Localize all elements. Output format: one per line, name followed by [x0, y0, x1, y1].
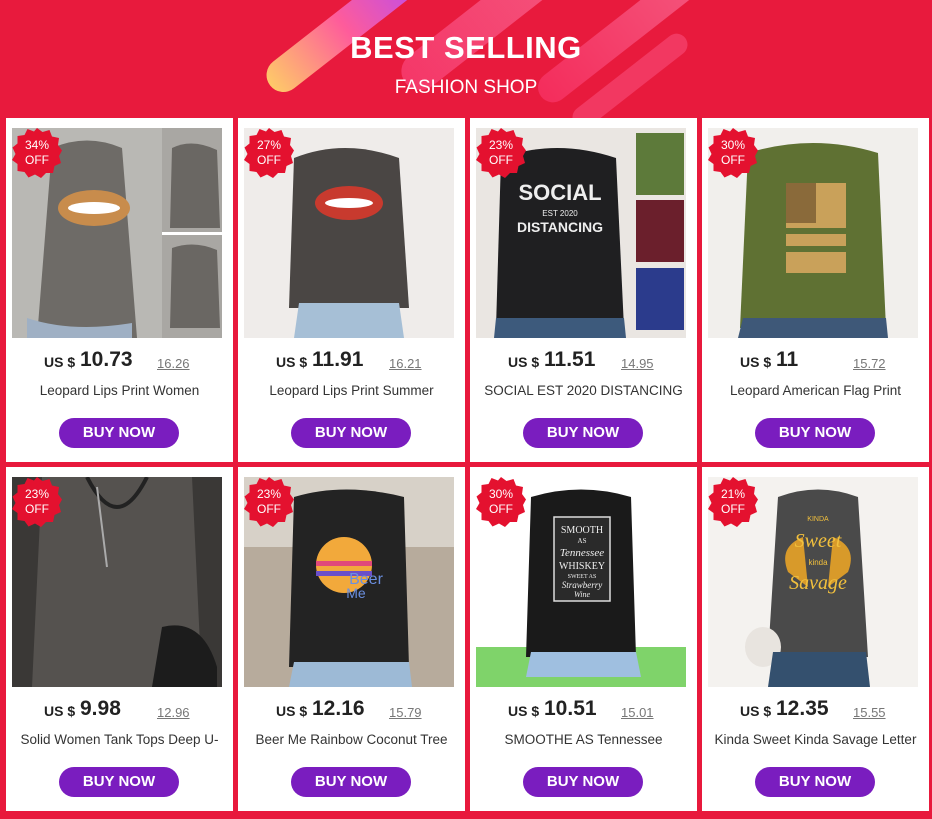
buy-now-button[interactable]: BUY NOW: [59, 418, 179, 448]
discount-off: OFF: [721, 502, 745, 516]
product-card[interactable]: SOCIAL EST 2020 DISTANCING 23% OFF US $ …: [470, 118, 697, 462]
shirt-text: Sweet: [795, 530, 842, 552]
discount-percent: 27%: [256, 138, 282, 152]
discount-off: OFF: [25, 502, 49, 516]
buy-now-button[interactable]: BUY NOW: [523, 418, 643, 448]
price-row: US $ 10.73 16.26: [6, 348, 233, 374]
buy-now-button[interactable]: BUY NOW: [291, 767, 411, 797]
currency-label: US $: [44, 354, 76, 370]
original-price: 15.01: [621, 705, 654, 720]
original-price: 14.95: [621, 356, 654, 371]
discount-percent: 30%: [720, 138, 746, 152]
product-card[interactable]: 34% OFF US $ 10.73 16.26 Leopard Lips Pr…: [6, 118, 233, 462]
price: 12.35: [776, 697, 829, 720]
product-name[interactable]: Leopard American Flag Print: [706, 383, 925, 398]
discount-off: OFF: [721, 153, 745, 167]
currency-label: US $: [276, 703, 308, 719]
buy-now-button[interactable]: BUY NOW: [755, 418, 875, 448]
currency-label: US $: [508, 354, 540, 370]
currency-label: US $: [740, 703, 772, 719]
shirt-text: EST 2020: [542, 209, 578, 218]
page-title: BEST SELLING: [350, 30, 582, 65]
price-row: US $ 11.51 14.95: [470, 348, 697, 374]
page-subtitle: FASHION SHOP: [394, 77, 538, 98]
currency-label: US $: [508, 703, 540, 719]
shirt-text: Tennessee: [560, 547, 604, 559]
price: 10.51: [544, 697, 597, 720]
product-name[interactable]: SMOOTHE AS Tennessee: [474, 732, 693, 747]
buy-now-button[interactable]: BUY NOW: [59, 767, 179, 797]
product-name[interactable]: Kinda Sweet Kinda Savage Letter: [706, 732, 925, 747]
shirt-text: KINDA: [807, 516, 829, 523]
original-price: 15.55: [853, 705, 886, 720]
discount-off: OFF: [25, 153, 49, 167]
price-row: US $ 9.98 12.96: [6, 697, 233, 723]
original-price: 16.21: [389, 356, 422, 371]
product-card[interactable]: 30% OFF US $ 11 15.72 Leopard American F…: [702, 118, 929, 462]
discount-percent: 23%: [488, 138, 514, 152]
product-name[interactable]: Beer Me Rainbow Coconut Tree: [242, 732, 461, 747]
currency-label: US $: [276, 354, 308, 370]
price-row: US $ 12.16 15.79: [238, 697, 465, 723]
discount-off: OFF: [257, 502, 281, 516]
discount-off: OFF: [257, 153, 281, 167]
price-row: US $ 11.91 16.21: [238, 348, 465, 374]
shirt-text: SMOOTH: [561, 525, 603, 536]
product-card[interactable]: 23% OFF US $ 9.98 12.96 Solid Women Tank…: [6, 467, 233, 811]
price: 11.91: [312, 348, 364, 371]
original-price: 12.96: [157, 705, 190, 720]
shirt-text: Savage: [789, 572, 847, 594]
discount-percent: 34%: [24, 138, 50, 152]
product-card[interactable]: SMOOTH AS Tennessee WHISKEY SWEET AS Str…: [470, 467, 697, 811]
discount-percent: 21%: [720, 487, 746, 501]
currency-label: US $: [44, 703, 76, 719]
price-row: US $ 12.35 15.55: [702, 697, 929, 723]
discount-percent: 30%: [488, 487, 514, 501]
discount-percent: 23%: [256, 487, 282, 501]
original-price: 15.79: [389, 705, 422, 720]
buy-now-button[interactable]: BUY NOW: [291, 418, 411, 448]
discount-off: OFF: [489, 502, 513, 516]
price-row: US $ 10.51 15.01: [470, 697, 697, 723]
discount-off: OFF: [489, 153, 513, 167]
product-name[interactable]: Solid Women Tank Tops Deep U-: [10, 732, 229, 747]
product-card[interactable]: 27% OFF US $ 11.91 16.21 Leopard Lips Pr…: [238, 118, 465, 462]
price: 11.51: [544, 348, 596, 371]
shirt-text: WHISKEY: [559, 561, 605, 572]
discount-percent: 23%: [24, 487, 50, 501]
shirt-text: Strawberry: [562, 580, 603, 590]
product-name[interactable]: SOCIAL EST 2020 DISTANCING: [474, 383, 693, 398]
original-price: 16.26: [157, 356, 190, 371]
price: 9.98: [80, 697, 121, 720]
product-card[interactable]: Beer Me 23% OFF US $ 12.16 15.79 Beer Me…: [238, 467, 465, 811]
shirt-text: Wine: [574, 590, 590, 599]
price: 10.73: [80, 348, 133, 371]
shirt-text: AS: [578, 537, 587, 545]
price: 11: [776, 348, 799, 371]
currency-label: US $: [740, 354, 772, 370]
shirt-text: Me: [346, 585, 366, 601]
buy-now-button[interactable]: BUY NOW: [523, 767, 643, 797]
product-name[interactable]: Leopard Lips Print Summer: [242, 383, 461, 398]
buy-now-button[interactable]: BUY NOW: [755, 767, 875, 797]
shirt-text: DISTANCING: [517, 219, 603, 235]
price: 12.16: [312, 697, 365, 720]
shirt-text: SOCIAL: [518, 180, 601, 205]
header-banner: BEST SELLING FASHION SHOP: [0, 0, 932, 118]
product-card[interactable]: KINDA Sweet kinda Savage 21% OFF US $ 12…: [702, 467, 929, 811]
shirt-text: kinda: [808, 558, 828, 567]
product-name[interactable]: Leopard Lips Print Women: [10, 383, 229, 398]
price-row: US $ 11 15.72: [702, 348, 929, 374]
original-price: 15.72: [853, 356, 886, 371]
